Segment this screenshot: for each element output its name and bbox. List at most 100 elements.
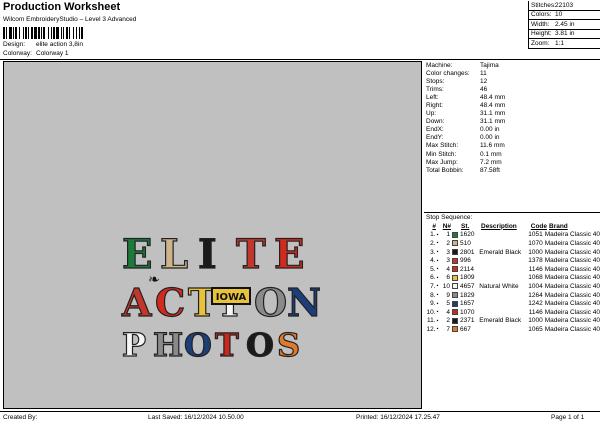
stat-label: Zoom: — [531, 39, 550, 47]
info-label: Left: — [426, 93, 439, 101]
sequence-row: 8. ▪ 9 1829 1264 Madeira Classic 40 — [424, 291, 600, 300]
machine-info-row: Min Stitch: 0.1 mm — [424, 150, 600, 158]
thread-code: 1000 — [528, 248, 543, 256]
worksheet-title: Production Worksheet — [3, 1, 121, 13]
machine-info-row: Trims: 46 — [424, 85, 600, 93]
thread-code: 1068 — [528, 274, 543, 282]
thread-brand: Madeira Classic 40 — [544, 308, 600, 316]
colorway-name: Colorway 1 — [36, 50, 69, 57]
machine-info-row: Left: 48.4 mm — [424, 93, 600, 101]
sequence-row: 7. ▪ 10 4657 Natural White 1004 Madeira Classi… — [424, 282, 600, 291]
thread-code: 1242 — [528, 300, 543, 308]
row-index: 7. — [430, 282, 436, 290]
info-label: Up: — [426, 110, 437, 118]
info-value: 0.00 in — [480, 126, 500, 134]
stat-row: Colors: 10 — [529, 11, 600, 20]
column-header: St. — [461, 222, 470, 230]
color-swatch — [450, 231, 458, 238]
info-value: 7.2 mm — [480, 158, 502, 166]
column-header: Brand — [549, 222, 568, 230]
sequence-row: 3. ▪ 3 2801 Emerald Black 1000 Madeira Classic… — [424, 248, 600, 257]
thread-brand: Madeira Classic 40 — [544, 257, 600, 265]
info-label: Stops: — [426, 77, 445, 85]
footer: Created By: Last Saved: 16/12/2024 10.50… — [0, 411, 600, 424]
stat-value: 2.45 in — [555, 20, 575, 28]
row-index: 10. — [426, 308, 436, 316]
needle-number: 2 — [446, 317, 450, 325]
thread-code: 1146 — [528, 308, 543, 316]
info-value: 12 — [480, 77, 488, 85]
stat-value: 22103 — [555, 1, 574, 9]
row-index: 5. — [430, 265, 436, 273]
row-index: 4. — [430, 257, 436, 265]
colorway-row: Colorway: Colorway 1 — [3, 50, 69, 57]
thread-code: 1000 — [528, 317, 543, 325]
sequence-row: 6. ▪ 6 1809 1068 Madeira Classic 40 — [424, 274, 600, 283]
design-label: Design: — [3, 41, 26, 48]
needle-number: 6 — [446, 274, 450, 282]
needle-number: 5 — [446, 300, 450, 308]
row-index: 12. — [426, 325, 436, 333]
sequence-row: 11. ▪ 2 2371 Emerald Black 1000 Madeira Classi… — [424, 317, 600, 326]
thread-code: 1264 — [528, 291, 543, 299]
thread-brand: Madeira Classic 40 — [544, 300, 600, 308]
design-letter: O — [184, 326, 212, 364]
stop-sequence-table: # N# St. Description Code Brand 1. ▪ 1 1620 1051 Ma… — [424, 222, 600, 334]
thread-brand: Madeira Classic 40 — [544, 248, 600, 256]
info-label: Min Stitch: — [426, 150, 457, 158]
colorway-label: Colorway: — [3, 50, 32, 57]
machine-info-row: EndX: 0.00 in — [424, 126, 600, 134]
color-swatch — [450, 326, 458, 333]
machine-info-row: Max Stitch: 11.6 mm — [424, 142, 600, 150]
iowa-badge-text: IOWA — [216, 292, 247, 303]
machine-info-row: Right: 48.4 mm — [424, 101, 600, 109]
thread-code: 1004 — [528, 282, 543, 290]
stitch-count: 2114 — [459, 265, 474, 273]
info-label: Color changes: — [426, 69, 470, 77]
machine-info-row: Stops: 12 — [424, 77, 600, 85]
color-swatch — [450, 292, 458, 299]
stat-label: Height: — [531, 30, 552, 38]
thread-brand: Madeira Classic 40 — [544, 239, 600, 247]
row-index: 3. — [430, 248, 436, 256]
info-value: 31.1 mm — [480, 110, 506, 118]
info-label: Right: — [426, 102, 443, 110]
needle-number: 4 — [446, 265, 450, 273]
design-letter: O — [246, 326, 274, 364]
header-divider — [0, 59, 600, 60]
stats-box: Stitches: 22103 Colors: 10 Width: 2.45 in Heig… — [528, 1, 600, 49]
info-label: EndY: — [426, 134, 444, 142]
stat-row: Height: 3.81 in — [529, 30, 600, 39]
column-header: # — [432, 222, 436, 230]
thread-brand: Madeira Classic 40 — [544, 325, 600, 333]
info-value: 11 — [480, 69, 487, 77]
color-swatch — [450, 283, 458, 290]
info-label: Max Jump: — [426, 158, 458, 166]
sequence-row: 12. ▪ 7 667 1065 Madeira Classic 40 — [424, 325, 600, 334]
embroidery-design: ELITEACTIONPHOTOS❧IOWA — [120, 230, 320, 364]
sequence-row: 1. ▪ 1 1620 1051 Madeira Classic 40 — [424, 231, 600, 240]
color-swatch — [450, 257, 458, 264]
row-index: 1. — [430, 231, 436, 239]
needle-number: 7 — [446, 325, 450, 333]
thread-brand: Madeira Classic 40 — [544, 274, 600, 282]
thread-brand: Madeira Classic 40 — [544, 317, 600, 325]
design-letter: E — [122, 231, 153, 278]
info-value: 0.1 mm — [480, 150, 502, 158]
thread-code: 1065 — [528, 325, 543, 333]
design-letter: I — [198, 231, 217, 278]
design-letter: N — [287, 280, 320, 325]
thread-brand: Madeira Classic 40 — [544, 282, 600, 290]
needle-number: 4 — [446, 308, 450, 316]
machine-info-row: Max Jump: 7.2 mm — [424, 158, 600, 166]
stat-row: Stitches: 22103 — [529, 1, 600, 11]
info-value: 48.4 mm — [480, 93, 506, 101]
needle-number: 3 — [446, 248, 450, 256]
column-header: Description — [481, 222, 517, 230]
info-value: Tajima — [480, 61, 499, 69]
color-swatch — [450, 317, 458, 324]
color-swatch — [450, 249, 458, 256]
machine-info-panel: Machine: Tajima Color changes: 11 Stops: 12 Tr… — [424, 61, 600, 174]
stitch-count: 1809 — [459, 274, 475, 282]
info-value: 48.4 mm — [480, 102, 506, 110]
